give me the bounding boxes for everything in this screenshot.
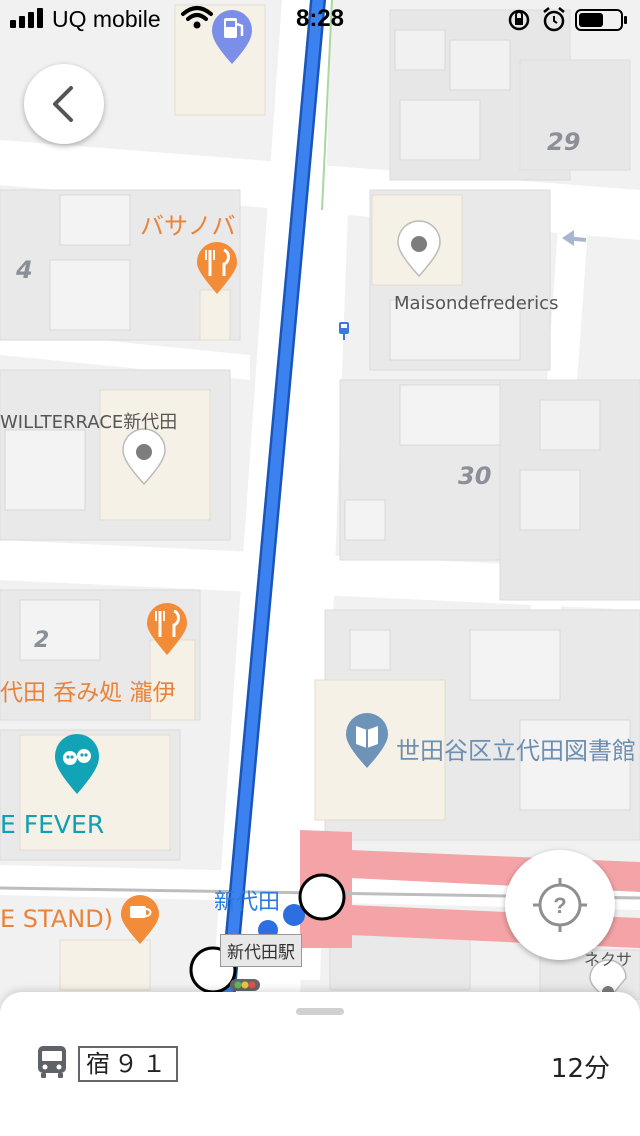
block-number: 4 — [16, 256, 33, 284]
station-name-box[interactable]: 新代田駅 — [220, 934, 302, 967]
station-label[interactable]: 新代田 — [214, 884, 280, 916]
alarm-icon — [543, 7, 565, 32]
chevron-left-icon — [53, 86, 73, 122]
orientation-lock-icon — [508, 9, 530, 31]
back-button[interactable] — [24, 64, 104, 144]
location-help-icon: ? — [533, 878, 587, 932]
my-location-button[interactable]: ? — [505, 850, 615, 960]
route-stop-circle — [298, 873, 346, 921]
svg-text:?: ? — [553, 893, 566, 918]
sheet-drag-handle[interactable] — [296, 1008, 344, 1015]
cafe-pin-icon — [121, 895, 159, 944]
trip-duration: 12分 — [550, 1054, 610, 1084]
poi-label-library[interactable]: 世田谷区立代田図書館 — [396, 731, 636, 766]
bus-route-label: 宿９１ — [78, 1046, 178, 1082]
bus-icon — [38, 1046, 66, 1078]
traffic-light-icon — [230, 979, 260, 991]
poi-label-stand[interactable]: E STAND) — [0, 905, 113, 933]
battery-icon — [575, 9, 627, 31]
status-bar: UQ mobile 8:28 — [0, 0, 640, 40]
route-bottom-sheet[interactable]: 宿９１ 12分 — [0, 992, 640, 1136]
poi-label-fever[interactable]: E FEVER — [0, 810, 104, 839]
poi-label-nomidokoro[interactable]: 代田 呑み処 瀧伊 — [0, 673, 176, 707]
poi-label-maison[interactable]: Maisondefrederics — [394, 293, 558, 314]
poi-label-basanoba[interactable]: バサノバ — [140, 206, 236, 241]
block-number: 29 — [547, 128, 581, 156]
block-number: 30 — [458, 462, 492, 490]
poi-label-willterrace[interactable]: WILLTERRACE新代田 — [0, 408, 177, 434]
block-number: 2 — [34, 628, 50, 653]
